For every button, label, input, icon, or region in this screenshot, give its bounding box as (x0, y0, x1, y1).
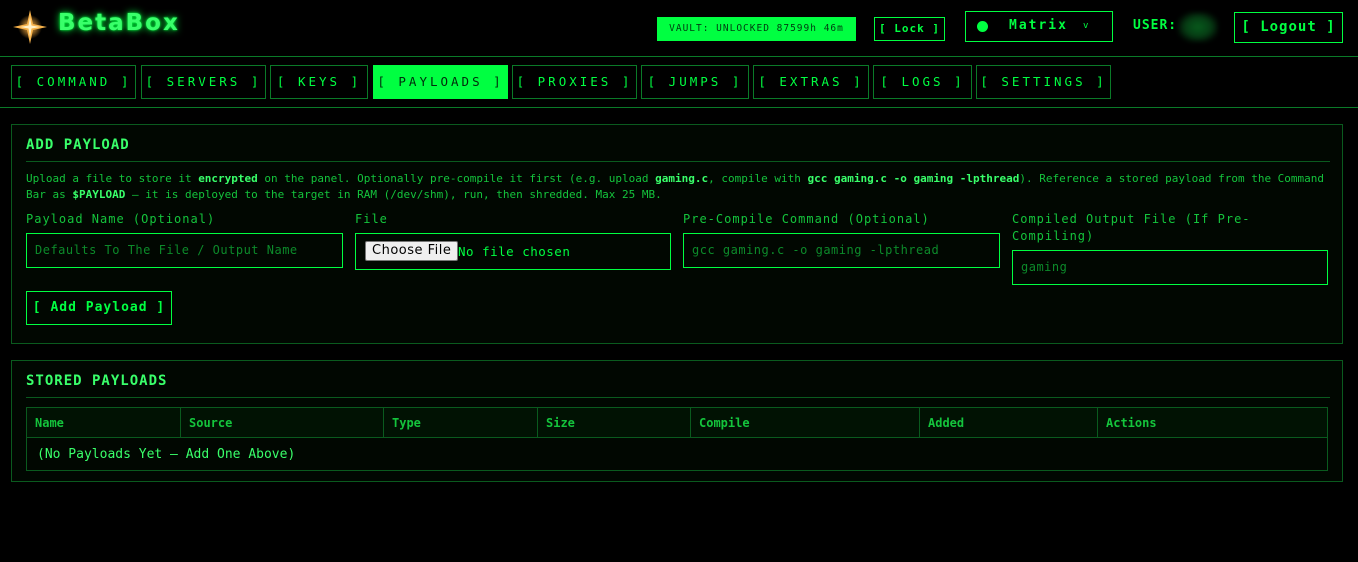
theme-selected-value: Matrix (1009, 18, 1068, 33)
tab-logs[interactable]: [ LOGS ] (873, 65, 972, 99)
logout-button[interactable]: [ Logout ] (1234, 12, 1343, 43)
compiled-output-label: Compiled Output File (If Pre-Compiling) (1012, 212, 1251, 243)
tab-proxies[interactable]: [ PROXIES ] (512, 65, 637, 99)
payloads-table: Name Source Type Size Compile Added Acti… (26, 407, 1328, 471)
tab-jumps[interactable]: [ JUMPS ] (641, 65, 749, 99)
payload-name-label: Payload Name (Optional) (26, 212, 216, 226)
tab-keys[interactable]: [ KEYS ] (270, 65, 368, 99)
brand-name: BetaBox (58, 10, 180, 36)
column-header-actions: Actions (1097, 407, 1328, 438)
divider (26, 397, 1330, 398)
theme-dot-icon (977, 21, 988, 32)
add-payload-button[interactable]: [ Add Payload ] (26, 291, 172, 325)
precompile-input[interactable]: gcc gaming.c -o gaming -lpthread (683, 233, 1000, 268)
main-nav: [ COMMAND ] [ SERVERS ] [ KEYS ] [ PAYLO… (0, 57, 1358, 108)
tab-servers[interactable]: [ SERVERS ] (141, 65, 266, 99)
column-header-name[interactable]: Name (26, 407, 181, 438)
tab-extras[interactable]: [ EXTRAS ] (753, 65, 869, 99)
file-status: No file chosen (458, 244, 571, 259)
tab-settings[interactable]: [ SETTINGS ] (976, 65, 1111, 99)
tab-command[interactable]: [ COMMAND ] (11, 65, 136, 99)
column-header-added[interactable]: Added (919, 407, 1098, 438)
divider (26, 161, 1330, 162)
column-header-size[interactable]: Size (537, 407, 691, 438)
stored-payloads-title: STORED PAYLOADS (26, 373, 168, 389)
table-header-row: Name Source Type Size Compile Added Acti… (26, 407, 1328, 438)
star-logo-icon (13, 10, 47, 44)
column-header-type[interactable]: Type (383, 407, 538, 438)
precompile-label: Pre-Compile Command (Optional) (683, 212, 930, 226)
column-header-source[interactable]: Source (180, 407, 384, 438)
vault-status-badge: VAULT: UNLOCKED 87599h 46m (657, 17, 856, 41)
choose-file-button[interactable]: Choose File (365, 241, 459, 261)
tab-payloads[interactable]: [ PAYLOADS ] (373, 65, 508, 99)
compiled-output-input[interactable]: gaming (1012, 250, 1328, 285)
user-avatar (1178, 12, 1218, 42)
column-header-compile[interactable]: Compile (690, 407, 920, 438)
add-payload-panel: ADD PAYLOAD Upload a file to store it en… (11, 124, 1343, 344)
lock-button[interactable]: [ Lock ] (874, 17, 945, 41)
theme-select[interactable]: Matrix v (965, 11, 1113, 42)
add-payload-title: ADD PAYLOAD (26, 137, 130, 153)
user-label: USER: (1133, 18, 1178, 33)
table-row: (No Payloads Yet – Add One Above) (26, 437, 1328, 471)
add-payload-description: Upload a file to store it encrypted on t… (26, 172, 1325, 201)
payload-name-input[interactable]: Defaults To The File / Output Name (26, 233, 343, 268)
file-input[interactable]: Choose File No file chosen (355, 233, 671, 270)
top-bar: BetaBox VAULT: UNLOCKED 87599h 46m [ Loc… (0, 0, 1358, 57)
empty-table-message: (No Payloads Yet – Add One Above) (26, 437, 1328, 471)
file-label: File (355, 212, 388, 226)
chevron-down-icon: v (1083, 21, 1089, 31)
stored-payloads-panel: STORED PAYLOADS Name Source Type Size Co… (11, 360, 1343, 482)
